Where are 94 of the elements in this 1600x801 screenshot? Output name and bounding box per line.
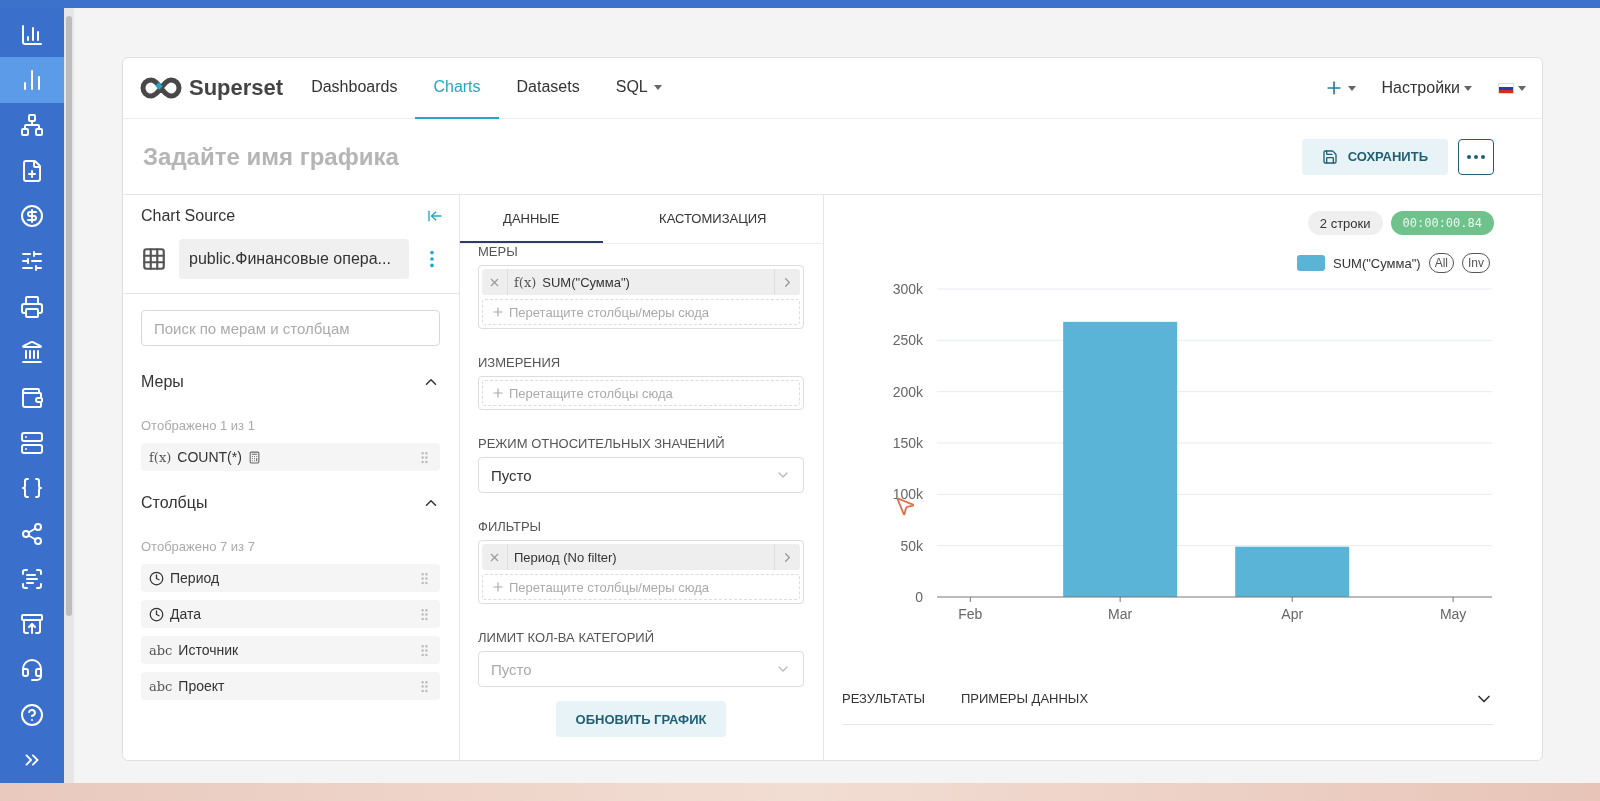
caret-icon bbox=[1518, 85, 1526, 91]
nav-tab[interactable]: Datasets bbox=[498, 58, 598, 119]
select-field[interactable]: Пусто bbox=[478, 457, 804, 493]
table-icon bbox=[141, 246, 167, 272]
headset-icon bbox=[20, 657, 44, 682]
tab[interactable]: ДАННЫЕ bbox=[460, 195, 603, 243]
field-item[interactable]: Дата bbox=[141, 600, 440, 628]
sidebar-item[interactable] bbox=[0, 57, 64, 103]
chip-label: Период (No filter) bbox=[514, 549, 617, 565]
language-menu[interactable] bbox=[1498, 82, 1526, 94]
save-button[interactable]: СОХРАНИТЬ bbox=[1301, 138, 1448, 175]
drop-zone[interactable]: Период (No filter) Перетащите столбцы/меры сюда bbox=[478, 540, 804, 604]
plus-icon bbox=[491, 305, 505, 319]
row-count-badge: 2 строки bbox=[1307, 211, 1383, 235]
invert-button[interactable]: Inv bbox=[1462, 253, 1490, 273]
section-title: Меры bbox=[141, 373, 184, 391]
settings-menu[interactable]: Настройки bbox=[1381, 79, 1472, 97]
drop-zone[interactable]: f(x) SUM("Сумма") Перетащите столбцы/меры сюда bbox=[478, 265, 804, 329]
field-item[interactable]: f(x) COUNT(*) bbox=[141, 443, 440, 471]
y-axis-label: 250k bbox=[892, 332, 923, 349]
y-axis-label: 0 bbox=[915, 589, 923, 605]
archive-icon bbox=[20, 612, 44, 637]
control-label: РЕЖИМ ОТНОСИТЕЛЬНЫХ ЗНАЧЕНИЙ bbox=[478, 436, 726, 451]
y-axis-label: 100k bbox=[892, 486, 923, 503]
field-item[interactable]: abc Проект bbox=[141, 672, 440, 700]
plus-icon bbox=[491, 580, 505, 594]
bar-chart-icon bbox=[20, 22, 44, 47]
wallet-icon bbox=[20, 385, 44, 410]
type-label: f(x) bbox=[514, 274, 537, 290]
section-title: Столбцы bbox=[141, 494, 208, 512]
field-name: Дата bbox=[170, 606, 201, 622]
update-chart-button[interactable]: ОБНОВИТЬ ГРАФИК bbox=[555, 701, 727, 737]
legend-swatch[interactable] bbox=[1297, 255, 1325, 271]
results-tab[interactable]: РЕЗУЛЬТАТЫ bbox=[842, 691, 925, 706]
more-button[interactable] bbox=[1458, 138, 1494, 175]
control-label: ЛИМИТ КОЛ-ВА КАТЕГОРИЙ bbox=[478, 630, 655, 645]
server-icon bbox=[20, 430, 44, 455]
search-field[interactable]: Поиск по мерам и столбцам bbox=[141, 310, 440, 346]
nav-tab[interactable]: Dashboards bbox=[293, 58, 416, 119]
save-icon bbox=[1321, 148, 1338, 165]
field-name: Проект bbox=[178, 678, 225, 694]
timer-badge: 00:00:00.84 bbox=[1390, 211, 1494, 235]
brand-name: Superset bbox=[189, 75, 284, 101]
x-axis-label: Mar bbox=[1108, 606, 1133, 622]
control-label: МЕРЫ bbox=[478, 244, 519, 259]
scrollbar[interactable] bbox=[64, 8, 74, 783]
y-axis-label: 200k bbox=[892, 383, 923, 400]
bank-icon bbox=[20, 340, 44, 365]
x-axis-label: Feb bbox=[958, 606, 983, 622]
panel-title: Chart Source bbox=[141, 207, 236, 225]
document-plus-icon bbox=[20, 158, 44, 183]
field-item[interactable]: abc Источник bbox=[141, 636, 440, 664]
caret-icon bbox=[1464, 85, 1472, 91]
collapse-icon[interactable] bbox=[427, 208, 443, 224]
sliders-icon bbox=[20, 249, 44, 274]
calculator-icon bbox=[247, 450, 261, 464]
tab[interactable]: КАСТОМИЗАЦИЯ bbox=[602, 195, 823, 243]
results-tab[interactable]: ПРИМЕРЫ ДАННЫХ bbox=[960, 691, 1089, 706]
dollar-icon bbox=[20, 204, 44, 229]
plus-icon bbox=[491, 386, 505, 400]
item-count: Отображено 7 из 7 bbox=[141, 539, 256, 554]
hierarchy-icon bbox=[20, 113, 44, 138]
x-axis-label: May bbox=[1439, 606, 1467, 622]
more-icon bbox=[1467, 154, 1485, 159]
control-label: ИЗМЕРЕНИЯ bbox=[478, 355, 562, 370]
type-label: abc bbox=[149, 678, 173, 694]
flag-icon bbox=[1498, 82, 1514, 94]
nav-tab[interactable]: SQL bbox=[597, 58, 680, 119]
y-axis-label: 50k bbox=[900, 537, 923, 554]
braces-icon bbox=[20, 476, 44, 501]
help-icon bbox=[20, 703, 44, 728]
field-name: Источник bbox=[178, 642, 239, 658]
clock-icon bbox=[149, 570, 164, 586]
chip-label: SUM("Сумма") bbox=[542, 274, 630, 290]
x-axis-label: Apr bbox=[1281, 606, 1304, 622]
field-item[interactable]: Период bbox=[141, 564, 440, 592]
dataset-name: public.Финансовые опера... bbox=[179, 239, 409, 279]
field-name: Период bbox=[170, 570, 220, 586]
field-name: COUNT(*) bbox=[177, 449, 242, 465]
type-label: f(x) bbox=[149, 449, 172, 465]
legend-label[interactable]: SUM("Сумма") bbox=[1333, 255, 1421, 271]
all-button[interactable]: All bbox=[1428, 253, 1454, 273]
y-axis-label: 300k bbox=[892, 281, 923, 297]
control-label: ФИЛЬТРЫ bbox=[478, 519, 543, 534]
clock-icon bbox=[149, 606, 164, 622]
network-icon bbox=[20, 521, 44, 546]
item-count: Отображено 1 из 1 bbox=[141, 418, 256, 433]
type-label: abc bbox=[149, 642, 173, 658]
infinity-logo-icon bbox=[139, 76, 183, 100]
selected-chip[interactable]: f(x) SUM("Сумма") bbox=[482, 269, 800, 295]
scan-document-icon bbox=[20, 567, 44, 591]
caret-icon bbox=[1347, 85, 1356, 91]
selected-chip[interactable]: Период (No filter) bbox=[482, 544, 800, 570]
y-axis-label: 150k bbox=[892, 435, 923, 451]
